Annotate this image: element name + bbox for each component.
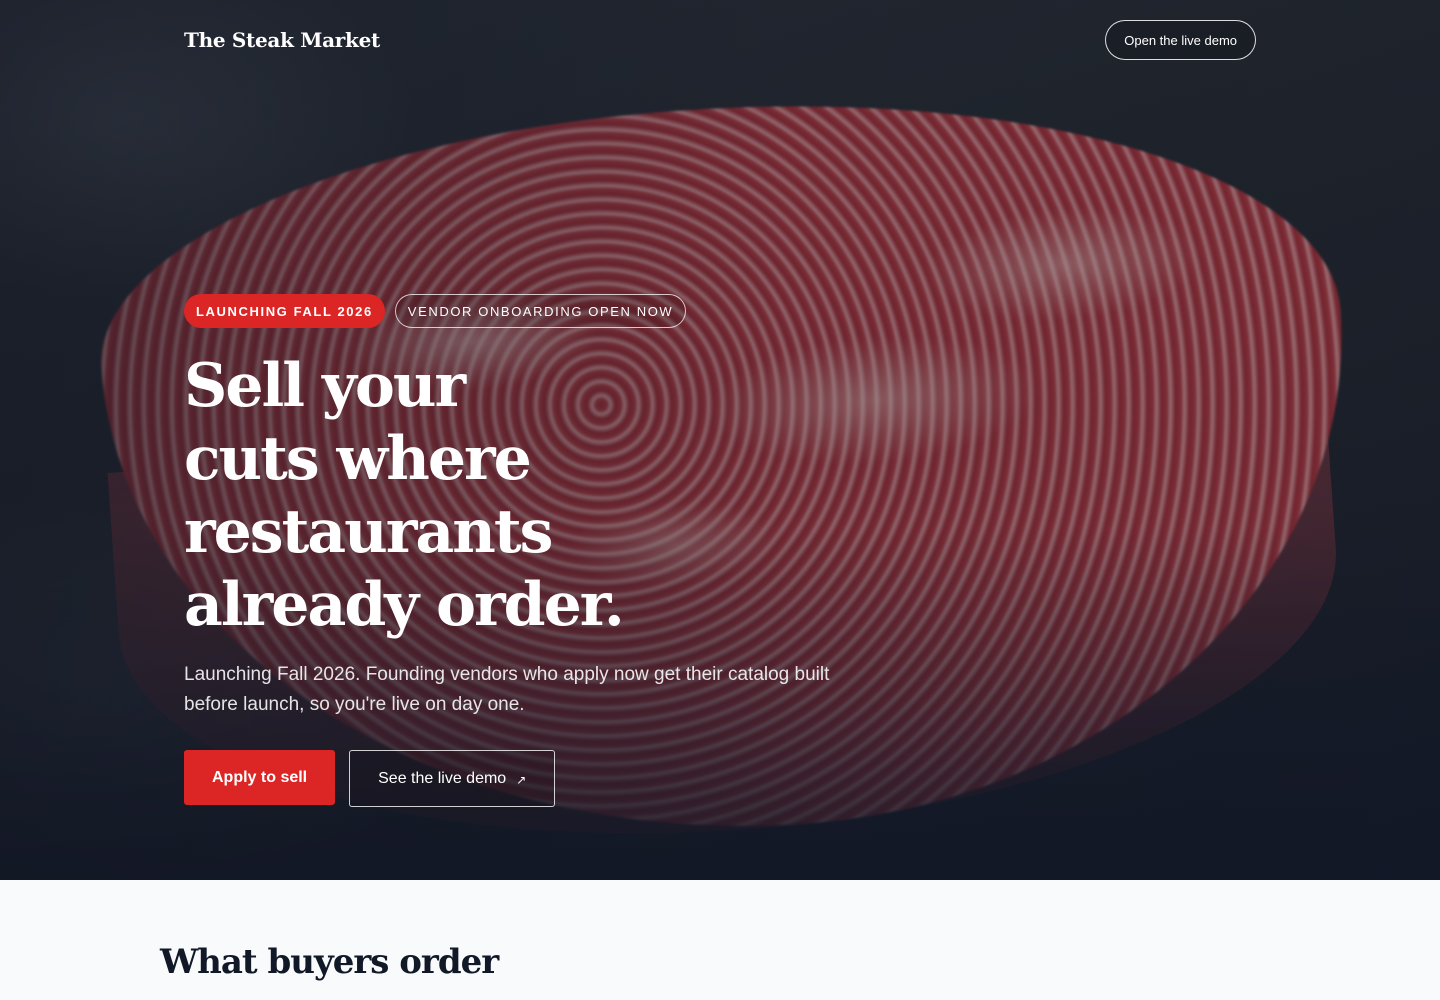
badge-row: LAUNCHING FALL 2026 VENDOR ONBOARDING OP…	[184, 294, 904, 328]
apply-to-sell-button[interactable]: Apply to sell	[184, 750, 336, 805]
see-live-demo-button[interactable]: See the live demo ↗	[349, 750, 556, 807]
hero-subtext: Launching Fall 2026. Founding vendors wh…	[184, 664, 830, 715]
headline-line: restaurants	[184, 497, 553, 567]
see-live-demo-label: See the live demo	[378, 769, 507, 787]
headline-line: already order.	[184, 570, 625, 640]
hero-headline: Sell your cuts where restaurants already…	[184, 350, 904, 642]
headline-line: cuts where	[184, 424, 532, 494]
onboarding-badge: VENDOR ONBOARDING OPEN NOW	[394, 294, 687, 328]
section-title: What buyers order	[160, 942, 499, 982]
what-buyers-order-section: What buyers order	[0, 880, 1440, 1000]
top-nav: The Steak Market Open the live demo	[184, 20, 1256, 60]
external-arrow-icon: ↗	[516, 772, 527, 787]
open-live-demo-button[interactable]: Open the live demo	[1105, 20, 1256, 60]
cta-row: Apply to sell See the live demo ↗	[184, 750, 904, 807]
hero-section: The Steak Market Open the live demo LAUN…	[0, 0, 1440, 880]
headline-line: Sell your	[184, 351, 466, 421]
launch-badge: LAUNCHING FALL 2026	[184, 294, 385, 328]
brand-logo[interactable]: The Steak Market	[184, 28, 380, 52]
hero-content: LAUNCHING FALL 2026 VENDOR ONBOARDING OP…	[184, 294, 904, 807]
